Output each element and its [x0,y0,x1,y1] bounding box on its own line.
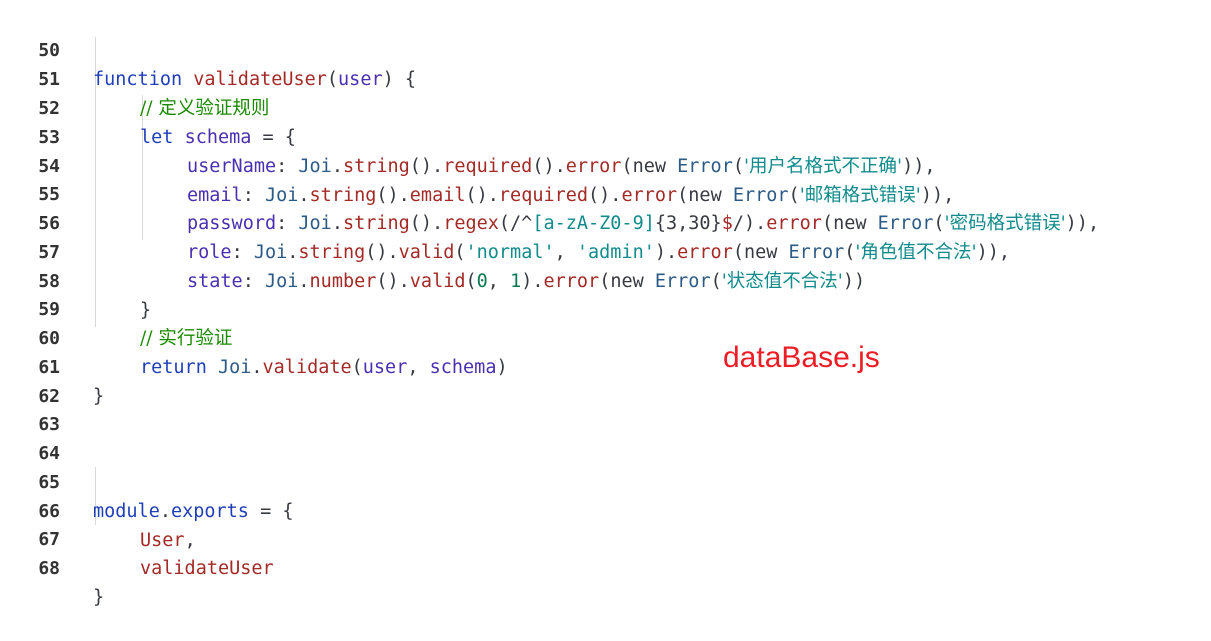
code-line: 53 userName: Joi.string().required().err… [0,94,1211,177]
code-line: 52 let schema = { [0,65,1211,148]
variable-token: validateUser [140,558,274,579]
code-line: 56 role: Joi.string().valid('normal', 'a… [0,180,1211,263]
code-line: 55 password: Joi.string().regex(/^[a-zA-… [0,151,1211,234]
code-line: 58 } [0,238,1211,321]
code-line: 65 module.exports = { [0,439,1211,522]
code-line: 62 [0,353,1211,407]
line-number: 68 [38,558,60,579]
code-editor[interactable]: 50 function validateUser(user) { 51 // 定… [0,0,1211,608]
code-line: 60 return Joi.validate(user, schema) [0,295,1211,378]
code-line: 68 } [0,525,1211,608]
code-line: 50 function validateUser(user) { [0,7,1211,90]
code-line: 59 // 实行验证 [0,266,1211,349]
code-line: 63 [0,381,1211,435]
code-line: 67 validateUser [0,496,1211,579]
punctuation-token: } [93,587,105,608]
code-line: 54 email: Joi.string().email().required(… [0,123,1211,206]
code-line: 57 state: Joi.number().valid(0, 1).error… [0,209,1211,292]
code-line: 66 User, [0,468,1211,551]
code-line: 51 // 定义验证规则 [0,36,1211,119]
code-line: 61 } [0,324,1211,407]
filename-annotation: dataBase.js [723,341,880,374]
code-line: 64 [0,410,1211,464]
